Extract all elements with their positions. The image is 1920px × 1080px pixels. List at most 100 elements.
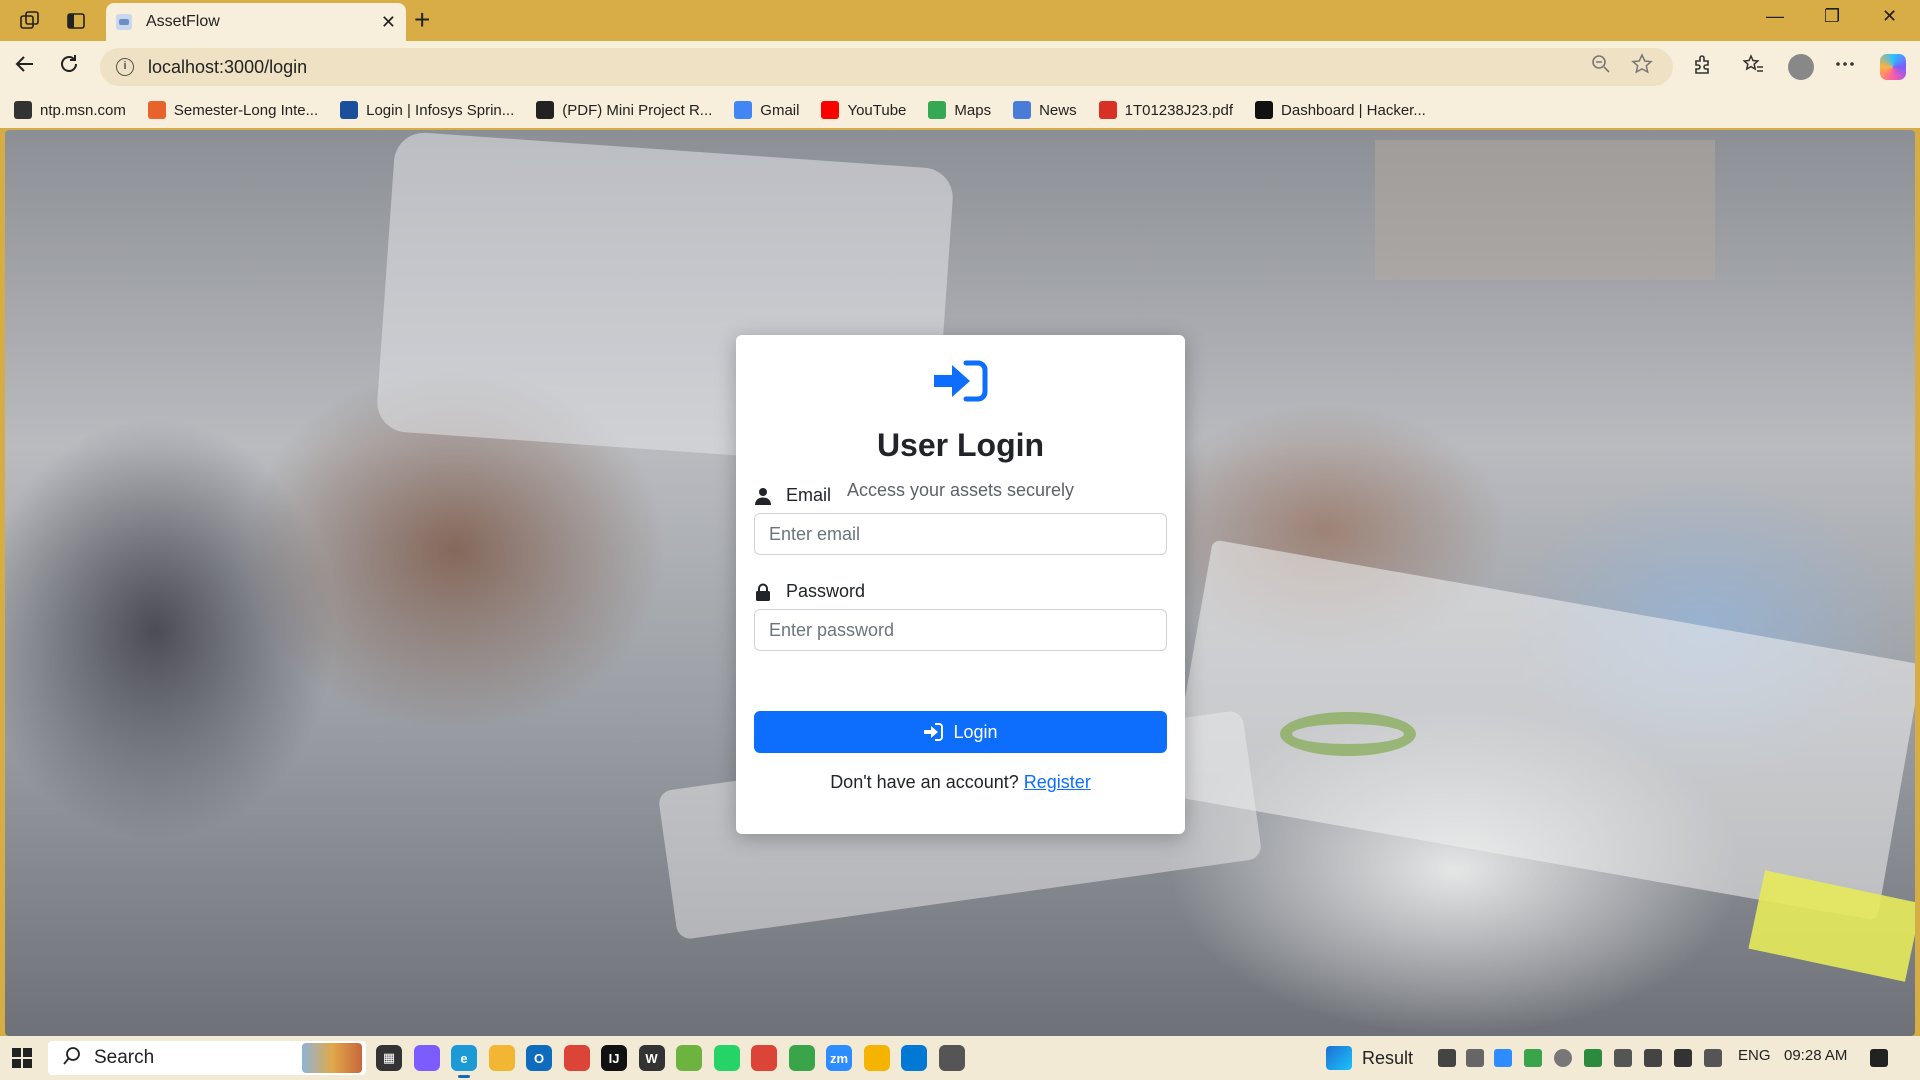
password-label-text: Password (786, 581, 866, 601)
user-icon (755, 487, 771, 505)
bookmark-label: Maps (954, 101, 992, 119)
search-highlight-image (302, 1043, 362, 1073)
register-link[interactable]: Register (1024, 772, 1091, 792)
onedrive-tray-icon[interactable] (1554, 1049, 1572, 1067)
display-tray-icon[interactable] (1614, 1049, 1632, 1067)
reload-icon[interactable] (58, 53, 80, 81)
tab-assetflow[interactable]: AssetFlow ✕ (106, 3, 406, 41)
sticky-note-shape (1748, 870, 1915, 982)
navigation-bar: i localhost:3000/login (0, 41, 1920, 92)
defender-tray-icon[interactable] (1584, 1049, 1602, 1067)
email-label-text: Email (786, 485, 832, 505)
result-widget[interactable]: Result (1326, 1046, 1413, 1070)
edge-icon[interactable]: e (451, 1045, 477, 1078)
search-icon (62, 1046, 82, 1071)
copilot-icon[interactable] (413, 1045, 440, 1071)
profile-avatar[interactable] (1788, 54, 1814, 80)
taskbar: Search ▦ e O IJ Wzm Result ENG 09:28 AM (0, 1036, 1920, 1080)
new-tab-button[interactable]: + (414, 4, 430, 36)
windows-start-icon[interactable] (12, 1048, 32, 1068)
youtube-icon (821, 101, 840, 119)
security-tray-icon[interactable] (1466, 1049, 1484, 1067)
extensions-icon[interactable] (1692, 53, 1714, 81)
bookmark-label: News (1039, 101, 1077, 119)
register-prompt: Don't have an account? Register (736, 772, 1185, 793)
login-button-label: Login (953, 721, 998, 742)
bookmark-item[interactable]: Gmail (734, 101, 799, 119)
site-info-icon[interactable]: i (116, 58, 134, 76)
language-indicator[interactable]: ENG (1738, 1047, 1771, 1064)
workspaces-icon[interactable] (16, 8, 44, 34)
bookmark-item[interactable]: Semester-Long Inte... (147, 101, 319, 119)
bookmark-label: Gmail (760, 101, 800, 119)
vertical-tabs-icon[interactable] (62, 8, 90, 34)
settings-app-icon[interactable] (938, 1045, 965, 1071)
battery-icon[interactable] (1674, 1049, 1692, 1067)
news-icon (1013, 101, 1032, 119)
chrome-icon[interactable] (563, 1045, 590, 1071)
result-widget-label: Result (1362, 1047, 1414, 1068)
back-arrow-icon[interactable] (14, 53, 36, 81)
file-explorer-icon[interactable] (488, 1045, 515, 1071)
favorite-star-icon[interactable] (1631, 53, 1653, 81)
bookmark-label: Semester-Long Inte... (173, 101, 319, 119)
bookmark-item[interactable]: 1T01238J23.pdf (1098, 101, 1233, 119)
bookmark-label: ntp.msn.com (40, 101, 126, 119)
bookmark-item[interactable]: (PDF) Mini Project R... (536, 101, 712, 119)
bookmark-label: YouTube (847, 101, 907, 119)
more-options-icon[interactable] (1834, 53, 1856, 81)
bookmark-item[interactable]: Login | Infosys Sprin... (340, 101, 514, 119)
tab-title: AssetFlow (146, 13, 220, 30)
bookmark-item[interactable]: YouTube (821, 101, 906, 119)
volume-icon[interactable] (1704, 1049, 1722, 1067)
favorites-icon[interactable] (1742, 53, 1764, 81)
task-view-icon[interactable]: ▦ (376, 1045, 402, 1071)
vscode-icon[interactable] (901, 1045, 927, 1071)
password-label: Password (754, 581, 865, 602)
zoom-tray-icon[interactable] (1494, 1049, 1512, 1067)
chrome-profile-icon[interactable] (751, 1045, 777, 1071)
notifications-icon[interactable] (1870, 1049, 1888, 1067)
page-title: User Login (876, 427, 1045, 463)
sign-in-icon (934, 360, 988, 402)
close-window-button[interactable]: ✕ (1882, 6, 1897, 27)
bookmark-item[interactable]: ntp.msn.com (14, 101, 126, 119)
bookmark-item[interactable]: Maps (928, 101, 991, 119)
login-card: User Login Access your assets securely E… (736, 335, 1185, 834)
restore-button[interactable]: ❐ (1824, 6, 1840, 27)
intellij-icon[interactable]: IJ (601, 1045, 627, 1071)
bookmark-item[interactable]: News (1013, 101, 1077, 119)
password-field[interactable] (754, 609, 1167, 651)
zoom-out-icon[interactable] (1591, 54, 1611, 80)
maps-icon (928, 101, 947, 119)
address-bar[interactable]: i localhost:3000/login (100, 48, 1673, 86)
zoom-icon[interactable]: zm (826, 1045, 852, 1071)
taskbar-search[interactable]: Search (48, 1041, 366, 1075)
email-field[interactable] (754, 513, 1167, 555)
wordpress-icon[interactable]: W (638, 1045, 665, 1071)
pdf-icon (1098, 101, 1117, 119)
login-button[interactable]: Login (754, 711, 1167, 753)
spring-icon[interactable] (676, 1045, 702, 1071)
network-icon[interactable] (1644, 1049, 1662, 1067)
close-tab-icon[interactable]: ✕ (381, 12, 396, 33)
lock-icon (756, 583, 770, 601)
address-url[interactable]: localhost:3000/login (148, 57, 1591, 78)
outlook-icon[interactable]: O (526, 1045, 552, 1071)
hackerrank-icon (1255, 101, 1274, 119)
clock[interactable]: 09:28 AM (1784, 1047, 1847, 1064)
bookmark-icon (147, 101, 166, 119)
whatsapp-icon[interactable] (713, 1045, 740, 1071)
page-favicon-icon (116, 14, 132, 30)
bookmark-item[interactable]: Dashboard | Hacker... (1255, 101, 1426, 119)
nvidia-tray-icon[interactable] (1524, 1049, 1542, 1067)
copilot-sidebar-icon[interactable] (1880, 54, 1906, 80)
meet-now-icon[interactable] (1438, 1049, 1456, 1067)
chrome-alt-icon[interactable] (863, 1045, 890, 1071)
app-green-icon[interactable] (788, 1045, 815, 1071)
bookmarks-bar: ntp.msn.com Semester-Long Inte... Login | … (0, 92, 1920, 128)
chart-ring-shape (1280, 712, 1416, 756)
minimize-button[interactable]: — (1766, 6, 1784, 27)
infosys-icon (340, 101, 359, 119)
email-label: Email (754, 485, 831, 506)
